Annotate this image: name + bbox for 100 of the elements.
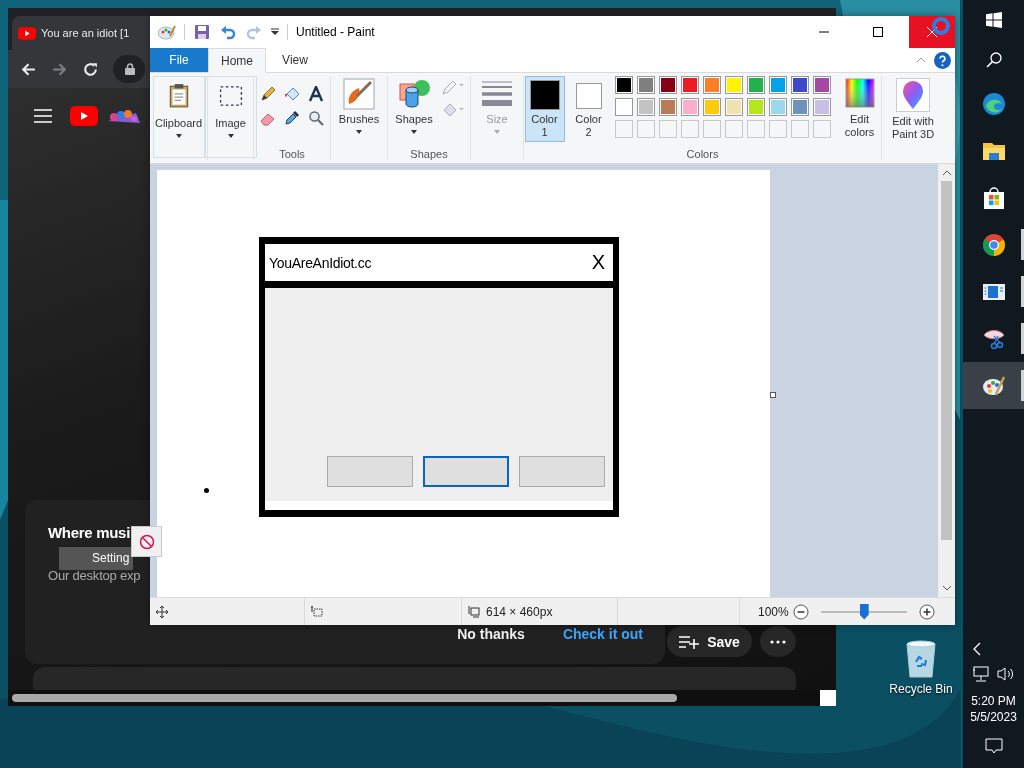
palette-swatch[interactable] bbox=[746, 98, 765, 116]
palette-swatch[interactable] bbox=[658, 76, 677, 94]
empty-swatch[interactable] bbox=[768, 120, 787, 138]
clock[interactable]: 5:20 PM 5/5/2023 bbox=[970, 694, 1017, 724]
browser-icon bbox=[981, 232, 1006, 257]
color-slot-button[interactable]: Color 2 bbox=[568, 76, 609, 142]
empty-swatch[interactable] bbox=[812, 120, 831, 138]
maximize-icon bbox=[873, 27, 883, 37]
slider-thumb[interactable] bbox=[859, 603, 869, 620]
start-icon[interactable] bbox=[985, 12, 1002, 28]
notifications-icon[interactable] bbox=[984, 738, 1003, 754]
caret-icon bbox=[175, 134, 182, 138]
help-icon[interactable] bbox=[934, 51, 951, 69]
promo-text: Our desktop exp bbox=[48, 568, 142, 583]
shapes-button[interactable]: Shapes bbox=[393, 76, 435, 136]
palette-swatch[interactable] bbox=[768, 98, 787, 116]
drawing-canvas[interactable]: YouAreAnIdiot.cc X bbox=[157, 170, 770, 597]
palette-swatch[interactable] bbox=[702, 98, 721, 116]
ribbon-tab[interactable]: View bbox=[266, 48, 324, 72]
date-text: 5/5/2023 bbox=[970, 710, 1017, 724]
save-button[interactable]: Save bbox=[667, 626, 752, 657]
edit-colors-button[interactable]: Edit colors bbox=[838, 76, 881, 141]
recycle-bin-icon bbox=[903, 638, 939, 678]
empty-swatch[interactable] bbox=[724, 120, 743, 138]
corner-square bbox=[820, 690, 836, 706]
palette-swatch[interactable] bbox=[724, 98, 743, 116]
window-title: Untitled - Paint bbox=[296, 25, 375, 39]
prohibited-icon bbox=[138, 533, 155, 550]
empty-swatch[interactable] bbox=[680, 120, 699, 138]
dismiss-button[interactable]: No thanks bbox=[457, 622, 525, 646]
video-logo-icon[interactable] bbox=[70, 105, 98, 126]
palette-swatch[interactable] bbox=[702, 76, 721, 94]
color-slot-button[interactable]: Color 1 bbox=[524, 76, 565, 142]
empty-swatch[interactable] bbox=[658, 120, 677, 138]
color-picker-icon[interactable] bbox=[284, 110, 300, 126]
file-tab[interactable]: File bbox=[150, 48, 208, 72]
palette-swatch[interactable] bbox=[614, 76, 633, 94]
check-it-out-button[interactable]: Check it out bbox=[562, 622, 643, 646]
desktop-icon[interactable]: Recycle Bin bbox=[884, 638, 958, 696]
image-button[interactable]: Image bbox=[204, 76, 257, 158]
palette-swatch[interactable] bbox=[790, 76, 809, 94]
group-label: Colors bbox=[686, 148, 719, 160]
empty-swatch[interactable] bbox=[746, 120, 765, 138]
volume-icon[interactable] bbox=[996, 666, 1015, 682]
palette-swatch[interactable] bbox=[614, 98, 633, 116]
menu-icon[interactable] bbox=[34, 108, 52, 123]
ribbon-tab[interactable]: Home bbox=[208, 48, 266, 73]
palette-swatch[interactable] bbox=[680, 98, 699, 116]
save-icon[interactable] bbox=[193, 24, 211, 40]
palette-swatch[interactable] bbox=[768, 76, 787, 94]
empty-swatch[interactable] bbox=[614, 120, 633, 138]
palette-swatch[interactable] bbox=[812, 98, 831, 116]
zoom-level-text: 100% bbox=[758, 604, 789, 619]
reload-icon[interactable] bbox=[82, 60, 99, 78]
close-icon bbox=[927, 27, 937, 37]
search-icon[interactable] bbox=[985, 52, 1002, 68]
more-button[interactable] bbox=[760, 626, 796, 657]
pencil-icon[interactable] bbox=[260, 86, 276, 102]
zoom-in-icon[interactable] bbox=[918, 603, 935, 620]
brushes-button[interactable]: Brushes bbox=[336, 76, 382, 136]
taskbar-app-button[interactable] bbox=[963, 362, 1024, 409]
selection-size-icon bbox=[311, 605, 323, 618]
scroll-up-icon[interactable] bbox=[942, 170, 951, 175]
text-icon[interactable] bbox=[308, 86, 324, 102]
scroll-down-icon[interactable] bbox=[942, 586, 951, 591]
canvas-size-icon bbox=[468, 605, 480, 618]
empty-swatch[interactable] bbox=[790, 120, 809, 138]
scrollbar-thumb[interactable] bbox=[941, 181, 952, 540]
palette-swatch[interactable] bbox=[746, 76, 765, 94]
clipboard-button[interactable]: Clipboard bbox=[152, 76, 205, 158]
caret-icon bbox=[356, 130, 362, 134]
address-bar[interactable] bbox=[113, 55, 145, 83]
color-spectrum-icon bbox=[844, 78, 875, 108]
scrollbar-thumb[interactable] bbox=[12, 694, 677, 702]
palette-swatch[interactable] bbox=[812, 76, 831, 94]
resize-handle[interactable] bbox=[770, 392, 776, 398]
caret-icon bbox=[494, 130, 500, 134]
palette-swatch[interactable] bbox=[658, 98, 677, 116]
palette-swatch[interactable] bbox=[790, 98, 809, 116]
empty-swatch[interactable] bbox=[636, 120, 655, 138]
paint-3d-button[interactable]: Edit with Paint 3D bbox=[884, 76, 942, 143]
palette-swatch[interactable] bbox=[636, 98, 655, 116]
running-indicator bbox=[1021, 276, 1024, 307]
palette-swatch[interactable] bbox=[724, 76, 743, 94]
palette-icon[interactable] bbox=[158, 24, 176, 40]
network-icon[interactable] bbox=[972, 666, 991, 682]
collapse-ribbon-icon[interactable] bbox=[916, 57, 926, 63]
shopping-bag-icon bbox=[981, 185, 1006, 210]
lock-icon bbox=[125, 63, 135, 75]
video-logo-icon bbox=[18, 26, 36, 40]
chevron-left-icon[interactable] bbox=[973, 642, 981, 656]
undo-icon[interactable] bbox=[219, 24, 237, 40]
palette-swatch[interactable] bbox=[680, 76, 699, 94]
zoom-out-icon[interactable] bbox=[792, 603, 809, 620]
time-text: 5:20 PM bbox=[971, 694, 1016, 708]
customize-dropdown-icon[interactable] bbox=[271, 28, 279, 36]
fill-bucket-icon[interactable] bbox=[284, 86, 300, 102]
magnifier-icon[interactable] bbox=[308, 110, 324, 126]
palette-swatch[interactable] bbox=[636, 76, 655, 94]
empty-swatch[interactable] bbox=[702, 120, 721, 138]
